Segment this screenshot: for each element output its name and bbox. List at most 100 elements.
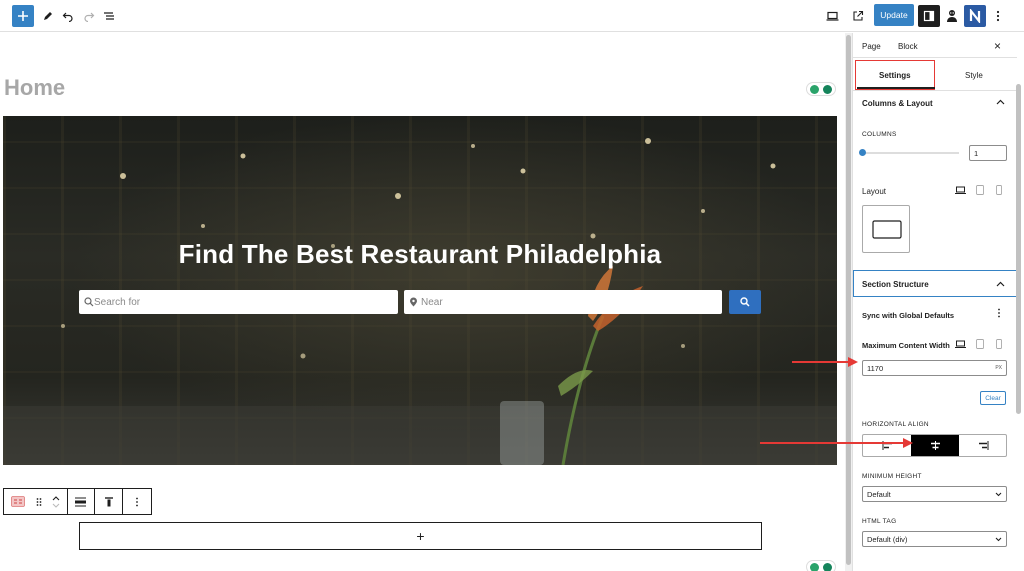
list-view-icon: [104, 12, 114, 20]
location-pin-icon: [410, 297, 417, 307]
desktop-icon[interactable]: [955, 340, 966, 349]
annotation-arrow-align: [760, 442, 908, 444]
page-title[interactable]: Home: [4, 75, 65, 101]
undo-icon: [62, 12, 73, 22]
desktop-icon[interactable]: [955, 186, 966, 195]
min-height-select[interactable]: Default: [862, 486, 1007, 502]
search-placeholder: Search for: [94, 296, 141, 308]
more-vertical-icon[interactable]: [997, 308, 1001, 318]
preview-button[interactable]: [821, 5, 843, 27]
tab-settings-underline: [857, 87, 935, 89]
options-button[interactable]: [987, 5, 1009, 27]
block-options-button[interactable]: [123, 489, 151, 514]
clear-button[interactable]: Clear: [980, 391, 1006, 405]
block-type-button[interactable]: [4, 489, 32, 514]
more-vertical-icon: [996, 10, 1000, 22]
tools-button[interactable]: [37, 5, 59, 27]
arrowhead-icon: [848, 357, 858, 367]
hero-near-input[interactable]: Near: [404, 290, 722, 314]
pen-icon: [44, 12, 52, 20]
tablet-icon[interactable]: [976, 339, 984, 349]
external-link-icon: [853, 10, 864, 21]
tab-divider: [853, 57, 1017, 58]
canvas-scrollbar[interactable]: [845, 33, 852, 571]
grammarly-icon: [823, 85, 832, 94]
section-structure-heading: Section Structure: [862, 280, 929, 289]
tab-page[interactable]: Page: [862, 42, 881, 51]
near-placeholder: Near: [421, 296, 443, 308]
block-appender-button[interactable]: +: [79, 522, 762, 550]
hero-search-input[interactable]: Search for: [79, 290, 398, 314]
sync-defaults-label: Sync with Global Defaults: [862, 311, 955, 320]
redo-button[interactable]: [78, 5, 100, 27]
settings-toggle-button[interactable]: [918, 5, 940, 27]
max-width-value: 1170: [867, 363, 884, 373]
close-sidebar-button[interactable]: ×: [994, 39, 1001, 53]
tab-style[interactable]: Style: [965, 71, 983, 80]
html-tag-value: Default (div): [867, 534, 908, 544]
hero-title[interactable]: Find The Best Restaurant Philadelphia: [3, 239, 837, 270]
horizontal-align-label: HORIZONTAL ALIGN: [862, 421, 929, 428]
editor-top-toolbar: Update: [0, 0, 1024, 32]
columns-slider-track[interactable]: [862, 152, 959, 154]
columns-label: COLUMNS: [862, 131, 897, 138]
drag-handle[interactable]: [32, 489, 46, 514]
annotation-arrow-width: [792, 361, 854, 363]
move-up-down-button[interactable]: [46, 489, 68, 514]
chevron-down-icon: [995, 537, 1002, 541]
align-right-button[interactable]: [959, 435, 1007, 456]
n-logo-icon: [969, 9, 981, 23]
columns-slider-handle[interactable]: [859, 149, 866, 156]
canvas-scrollbar-thumb[interactable]: [846, 35, 851, 565]
align-center-button[interactable]: [911, 435, 959, 456]
tab-settings[interactable]: Settings: [879, 71, 911, 80]
html-tag-label: HTML TAG: [862, 518, 897, 525]
min-height-value: Default: [867, 489, 891, 499]
min-height-label: MINIMUM HEIGHT: [862, 473, 922, 480]
unit-px-label[interactable]: PX: [995, 365, 1002, 371]
align-right-icon: [978, 441, 988, 450]
subtab-divider: [853, 90, 1017, 91]
grammarly-icon: [823, 563, 832, 571]
align-button[interactable]: [68, 489, 96, 514]
layout-label: Layout: [862, 187, 887, 196]
list-view-button[interactable]: [98, 5, 120, 27]
sidebar-settings-icon: [923, 10, 935, 22]
person-icon: [947, 10, 957, 22]
tab-block[interactable]: Block: [898, 42, 918, 51]
layout-option-button[interactable]: [862, 205, 910, 253]
search-icon: [740, 297, 750, 307]
chevron-up-down-icon: [52, 495, 60, 508]
mobile-icon[interactable]: [996, 339, 1002, 349]
vertical-align-button[interactable]: [95, 489, 124, 514]
horizontal-align-group: [862, 434, 1007, 457]
arrowhead-icon: [903, 438, 913, 448]
bulb-icon: [810, 85, 819, 94]
full-width-icon: [75, 496, 87, 507]
search-icon: [84, 297, 94, 307]
chevron-down-icon: [995, 492, 1002, 496]
view-page-button[interactable]: [847, 5, 869, 27]
undo-button[interactable]: [57, 5, 79, 27]
columns-input[interactable]: 1: [969, 145, 1007, 161]
drag-handle-icon: [36, 497, 42, 506]
hero-section[interactable]: Find The Best Restaurant Philadelphia Se…: [3, 116, 837, 465]
plugin-button[interactable]: [941, 5, 963, 27]
html-tag-select[interactable]: Default (div): [862, 531, 1007, 547]
add-block-button[interactable]: [12, 5, 34, 27]
section-structure-panel-header[interactable]: Section Structure: [853, 270, 1017, 297]
max-width-input[interactable]: 1170 PX: [862, 360, 1007, 376]
n-plugin-button[interactable]: [964, 5, 986, 27]
sidebar-scrollbar-thumb[interactable]: [1016, 84, 1021, 414]
chevron-up-icon[interactable]: [996, 99, 1005, 105]
mobile-icon[interactable]: [996, 185, 1002, 195]
block-type-icon: [11, 496, 25, 507]
grammar-widget[interactable]: [806, 82, 836, 96]
update-button[interactable]: Update: [874, 4, 914, 26]
hero-search-button[interactable]: [729, 290, 761, 314]
layout-boxed-icon: [872, 220, 902, 239]
tablet-icon[interactable]: [976, 185, 984, 195]
editor-canvas: Home Find The Best Restaurant Philadelph…: [0, 33, 845, 571]
columns-layout-heading[interactable]: Columns & Layout: [862, 99, 933, 108]
grammar-widget-bottom[interactable]: [806, 560, 836, 571]
